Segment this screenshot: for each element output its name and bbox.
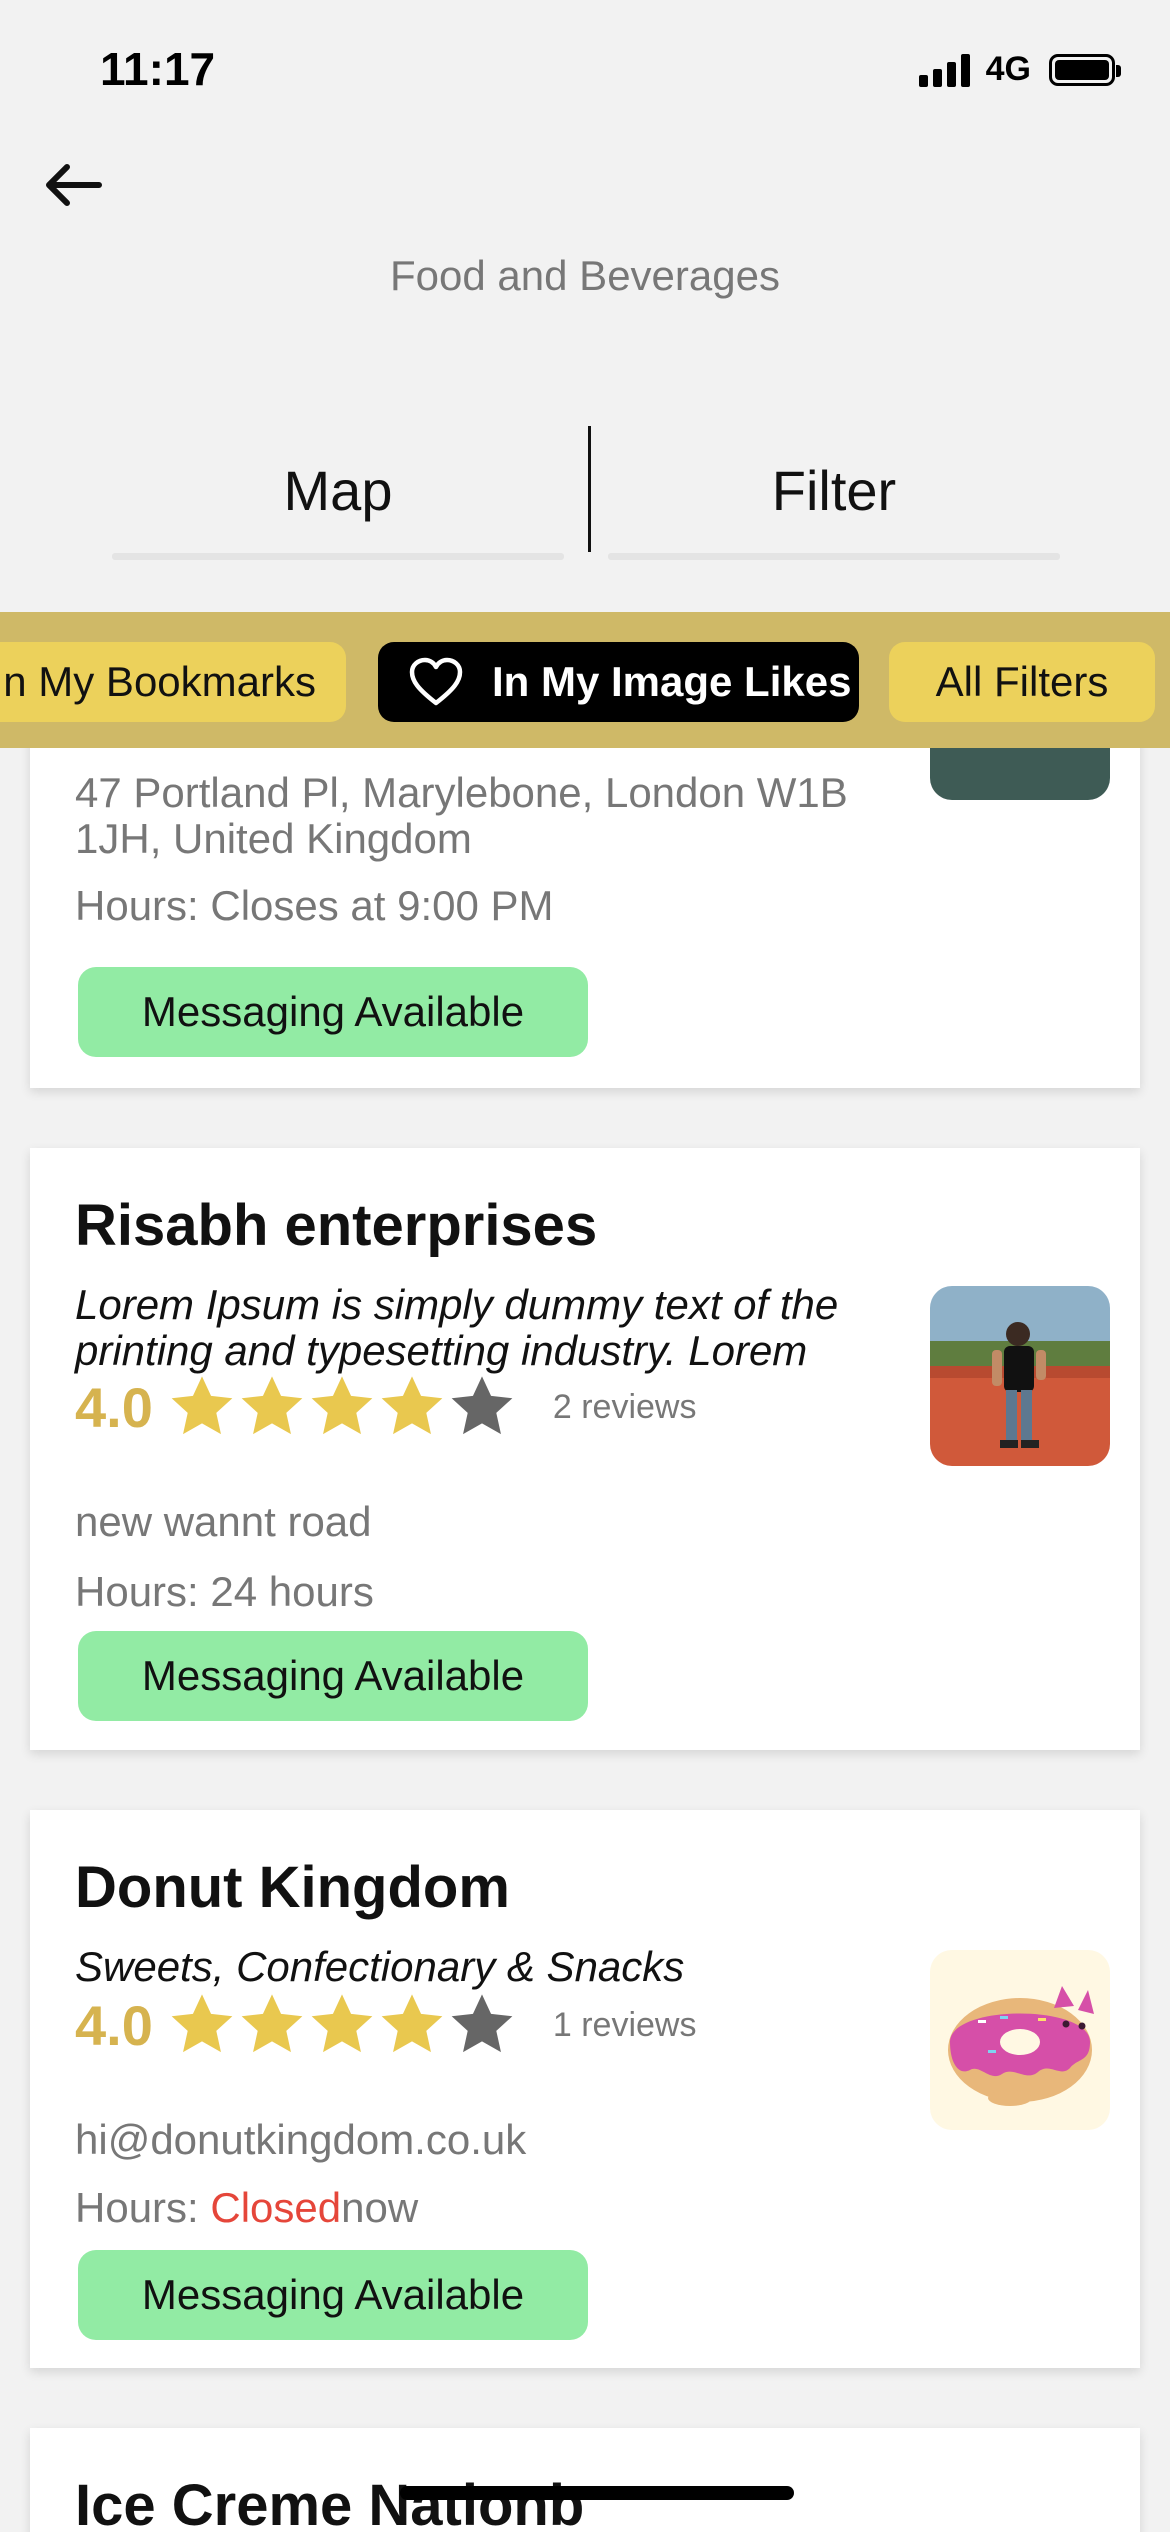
messaging-button[interactable]: Messaging Available [78, 2250, 588, 2340]
star-rating [167, 1372, 517, 1442]
star-filled-icon [381, 1376, 443, 1435]
signal-icon [918, 53, 970, 87]
arrow-left-icon [46, 164, 102, 206]
chip-all-filters-label: All Filters [935, 658, 1109, 705]
business-address: new wannt road [75, 1498, 372, 1545]
page-title: Food and Beverages [390, 252, 780, 299]
star-filled-icon [381, 1994, 443, 2053]
star-filled-icon [311, 1376, 373, 1435]
tab-filter-label: Filter [771, 458, 897, 522]
messaging-label: Messaging Available [141, 1652, 525, 1699]
review-count: 1 reviews [552, 2005, 697, 2044]
business-hours: Hours: 24 hours [75, 1568, 374, 1616]
business-photo [930, 1286, 1110, 1466]
list-item[interactable]: 47 Portland Pl, Marylebone, London W1B 1… [30, 748, 1140, 1088]
hours-value: 24 hours [210, 1568, 374, 1615]
messaging-label: Messaging Available [141, 988, 525, 1035]
business-name: Donut Kingdom [75, 1855, 510, 1920]
star-filled-icon [171, 1376, 233, 1435]
star-filled-icon [311, 1994, 373, 2053]
business-address: 47 Portland Pl, Marylebone, London W1B 1… [75, 769, 848, 862]
heart-icon [408, 657, 464, 707]
tab-map[interactable]: Map [112, 420, 564, 560]
rating-value: 4.0 [75, 1993, 153, 2057]
hours-value: Closes at 9:00 PM [210, 882, 554, 929]
hours-label: Hours: [75, 1568, 199, 1615]
business-email: hi@donutkingdom.co.uk [75, 2116, 527, 2163]
filter-chip-bar: In My Bookmarks In My Image Likes All Fi… [0, 612, 1170, 748]
chip-image-likes[interactable]: In My Image Likes [378, 642, 859, 722]
tab-filter[interactable]: Filter [608, 420, 1060, 560]
star-empty-icon [451, 1994, 513, 2053]
list-item[interactable]: Ice Creme Nationb [30, 2428, 1140, 2532]
list-item[interactable]: Donut Kingdom Sweets, Confectionary & Sn… [30, 1810, 1140, 2368]
business-thumbnail [930, 748, 1110, 800]
hours-label: Hours: [75, 2184, 199, 2231]
business-logo [930, 1950, 1110, 2130]
star-rating [167, 1990, 517, 2060]
business-name: Ice Creme Nationb [75, 2473, 585, 2532]
tab-map-label: Map [283, 458, 393, 522]
business-name: Risabh enterprises [75, 1193, 598, 1258]
chip-all-filters[interactable]: All Filters [889, 642, 1155, 722]
hours-label: Hours: [75, 882, 199, 929]
messaging-button[interactable]: Messaging Available [78, 1631, 588, 1721]
rating-value: 4.0 [75, 1375, 153, 1439]
status-time: 11:17 [100, 43, 216, 95]
business-description: Sweets, Confectionary & Snacks [75, 1943, 685, 1990]
messaging-button[interactable]: Messaging Available [78, 967, 588, 1057]
star-empty-icon [451, 1376, 513, 1435]
tab-divider [588, 426, 591, 552]
messaging-label: Messaging Available [141, 2271, 525, 2318]
hours-suffix: now [341, 2184, 419, 2231]
list-item[interactable]: Risabh enterprises Lorem Ipsum is simply… [30, 1148, 1140, 1750]
network-type: 4G [985, 50, 1031, 88]
star-filled-icon [241, 1994, 303, 2053]
status-indicators: 4G [918, 50, 1121, 89]
hours-status-closed: Closed [210, 2184, 342, 2231]
star-filled-icon [241, 1376, 303, 1435]
review-count: 2 reviews [552, 1387, 697, 1426]
home-indicator[interactable] [400, 2486, 794, 2500]
back-button[interactable] [38, 150, 108, 220]
rating-row: 4.0 1 reviews [75, 1990, 696, 2060]
rating-row: 4.0 2 reviews [75, 1372, 696, 1442]
chip-bookmarks-label: In My Bookmarks [0, 658, 316, 705]
chip-bookmarks[interactable]: In My Bookmarks [0, 642, 346, 722]
business-description: Lorem Ipsum is simply dummy text of the … [75, 1281, 839, 1374]
chip-image-likes-label: In My Image Likes [492, 658, 852, 705]
business-list: 47 Portland Pl, Marylebone, London W1B 1… [0, 748, 1170, 2532]
tab-filter-underline [608, 553, 1060, 560]
status-bar: 11:17 4G [0, 0, 1170, 150]
battery-icon [1049, 53, 1121, 86]
business-hours: Hours: Closes at 9:00 PM [75, 882, 554, 930]
tab-map-underline [112, 553, 564, 560]
business-hours: Hours: Closednow [75, 2184, 418, 2232]
star-filled-icon [171, 1994, 233, 2053]
view-tabs: Map Filter [0, 420, 1170, 560]
